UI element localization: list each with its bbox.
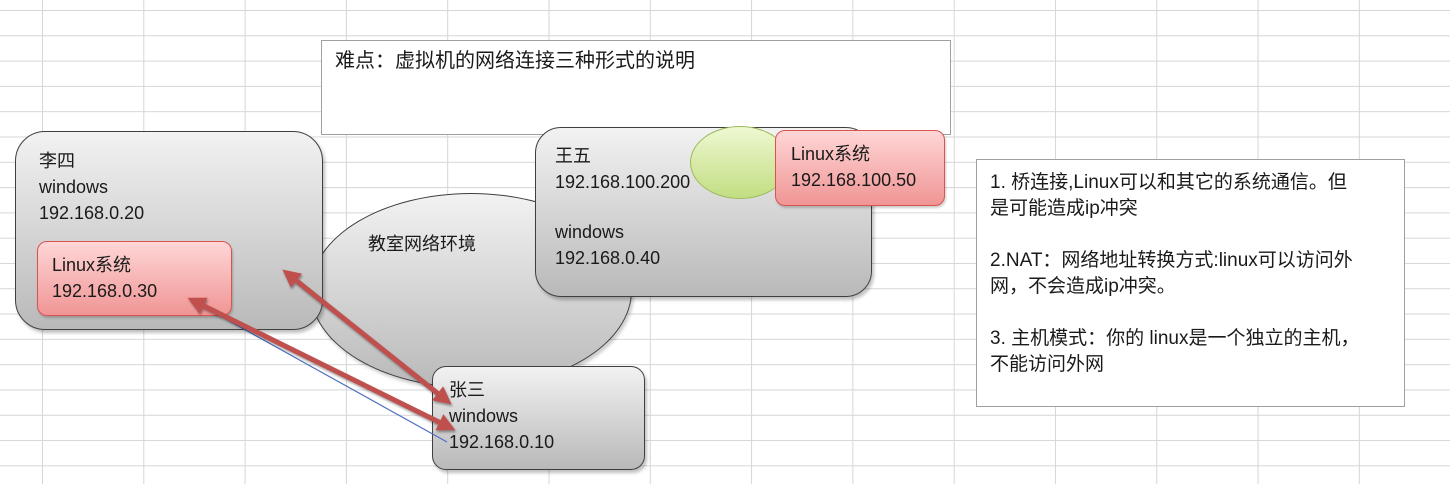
double-arrow-host-lisi-zhangsan[interactable] (282, 269, 452, 405)
connectors-layer (187, 269, 456, 443)
double-arrow-vm-lisi-zhangsan[interactable] (187, 297, 456, 431)
